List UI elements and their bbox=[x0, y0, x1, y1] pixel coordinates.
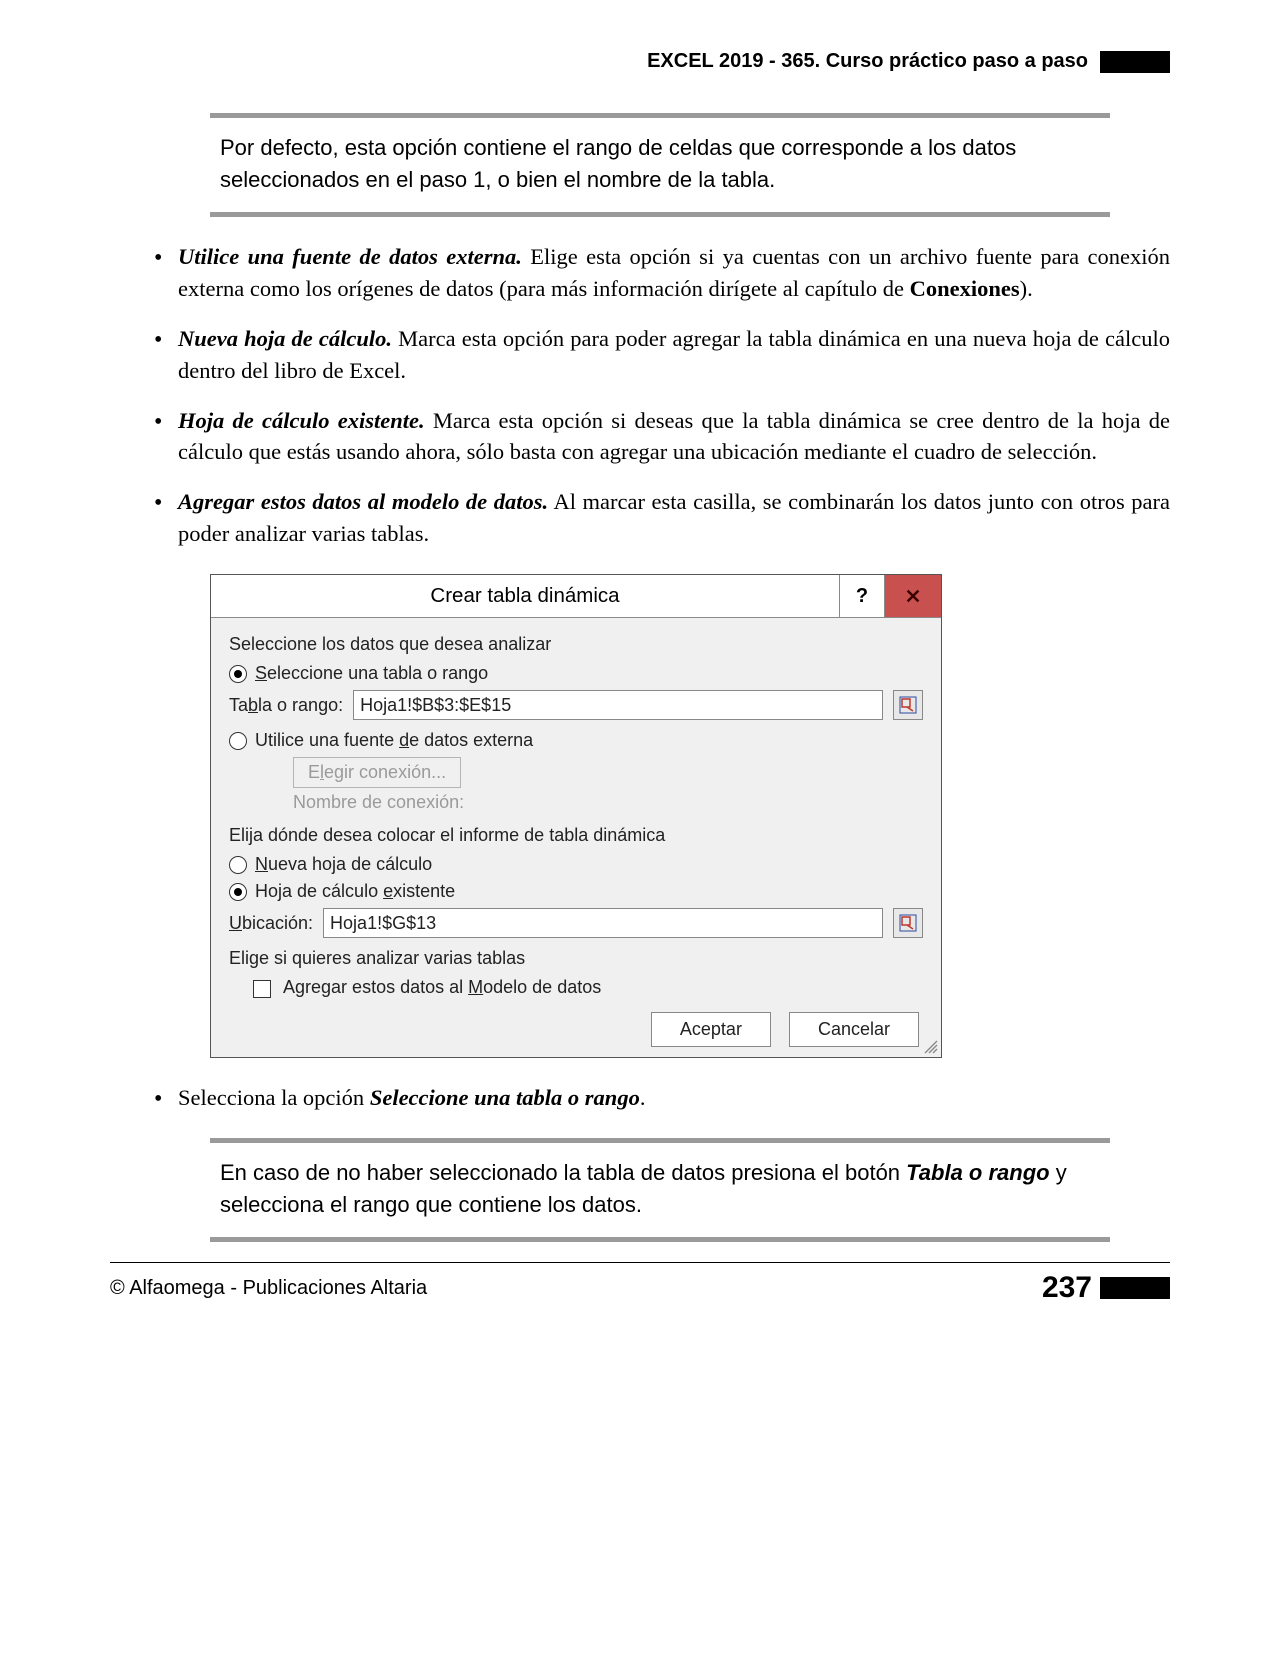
page-footer: © Alfaomega - Publicaciones Altaria 237 bbox=[110, 1262, 1170, 1305]
choose-connection-button: Elegir conexión... bbox=[293, 757, 461, 788]
radio-icon bbox=[229, 732, 247, 750]
location-label: Ubicación: bbox=[229, 913, 313, 934]
ok-button[interactable]: Aceptar bbox=[651, 1012, 771, 1047]
section-analyze-label: Seleccione los datos que desea analizar bbox=[229, 634, 923, 655]
footer-bar bbox=[1100, 1277, 1170, 1299]
location-input[interactable]: Hoja1!$G$13 bbox=[323, 908, 883, 938]
bullet-item: Utilice una fuente de datos externa. Eli… bbox=[150, 241, 1170, 305]
dialog-title: Crear tabla dinámica bbox=[211, 575, 840, 617]
radio-label: Utilice una fuente de datos externa bbox=[255, 730, 533, 751]
bullet-text-pre: Selecciona la opción bbox=[178, 1085, 370, 1110]
checkbox-label: Agregar estos datos al Modelo de datos bbox=[283, 977, 601, 997]
header-bar bbox=[1100, 51, 1170, 73]
header-title: EXCEL 2019 - 365. Curso práctico paso a … bbox=[647, 50, 1088, 73]
connection-name-label: Nombre de conexión: bbox=[293, 792, 923, 813]
collapse-dialog-button[interactable] bbox=[893, 690, 923, 720]
help-button[interactable]: ? bbox=[840, 575, 885, 617]
radio-label: Seleccione una tabla o rango bbox=[255, 663, 488, 684]
radio-label-u: S bbox=[255, 663, 267, 683]
radio-label: Nueva hoja de cálculo bbox=[255, 854, 432, 875]
range-select-icon bbox=[899, 696, 917, 714]
bullet-text-bold: Seleccione una tabla o rango bbox=[370, 1085, 640, 1110]
table-range-row: Tabla o rango: Hoja1!$B$3:$E$15 bbox=[229, 690, 923, 720]
copyright: © Alfaomega - Publicaciones Altaria bbox=[110, 1277, 427, 1300]
note-2-a: En caso de no haber seleccionado la tabl… bbox=[220, 1160, 906, 1185]
page-number: 237 bbox=[1042, 1271, 1092, 1305]
dialog-body: Seleccione los datos que desea analizar … bbox=[211, 618, 941, 1057]
resize-grip-icon[interactable] bbox=[923, 1039, 939, 1055]
section-multi-label: Elige si quieres analizar varias tablas bbox=[229, 948, 923, 969]
dialog-button-row: Aceptar Cancelar bbox=[229, 1012, 923, 1047]
bullet-lead: Agregar estos datos al modelo de datos. bbox=[178, 489, 548, 514]
checkbox-icon bbox=[253, 980, 271, 998]
bullet-rest-b: ). bbox=[1020, 276, 1033, 301]
table-range-input[interactable]: Hoja1!$B$3:$E$15 bbox=[353, 690, 883, 720]
section-place-label: Elija dónde desea colocar el informe de … bbox=[229, 825, 923, 846]
radio-existing-sheet[interactable]: Hoja de cálculo existente bbox=[229, 881, 923, 902]
bullet-item: Nueva hoja de cálculo. Marca esta opción… bbox=[150, 323, 1170, 387]
note-box-2: En caso de no haber seleccionado la tabl… bbox=[210, 1138, 1110, 1242]
note-2-b: Tabla o rango bbox=[906, 1160, 1049, 1185]
add-to-model-row[interactable]: Agregar estos datos al Modelo de datos bbox=[253, 977, 923, 998]
page-header: EXCEL 2019 - 365. Curso práctico paso a … bbox=[110, 50, 1170, 73]
close-button[interactable] bbox=[885, 575, 941, 617]
radio-icon bbox=[229, 883, 247, 901]
radio-new-sheet[interactable]: Nueva hoja de cálculo bbox=[229, 854, 923, 875]
bullet-list-2: Selecciona la opción Seleccione una tabl… bbox=[150, 1082, 1170, 1114]
bullet-list: Utilice una fuente de datos externa. Eli… bbox=[150, 241, 1170, 551]
bullet-bold: Conexiones bbox=[910, 276, 1020, 301]
bullet-lead: Hoja de cálculo existente. bbox=[178, 408, 425, 433]
bullet-text-post: . bbox=[640, 1085, 646, 1110]
bullet-item: Hoja de cálculo existente. Marca esta op… bbox=[150, 405, 1170, 469]
choose-connection-row: Elegir conexión... Nombre de conexión: bbox=[293, 757, 923, 813]
radio-icon bbox=[229, 665, 247, 683]
pivot-dialog: Crear tabla dinámica ? Seleccione los da… bbox=[210, 574, 942, 1058]
radio-select-table[interactable]: Seleccione una tabla o rango bbox=[229, 663, 923, 684]
bullet-item: Agregar estos datos al modelo de datos. … bbox=[150, 486, 1170, 550]
radio-icon bbox=[229, 856, 247, 874]
range-select-icon bbox=[899, 914, 917, 932]
cancel-button[interactable]: Cancelar bbox=[789, 1012, 919, 1047]
bullet-lead: Utilice una fuente de datos externa. bbox=[178, 244, 522, 269]
dialog-titlebar[interactable]: Crear tabla dinámica ? bbox=[211, 575, 941, 618]
bullet-item: Selecciona la opción Seleccione una tabl… bbox=[150, 1082, 1170, 1114]
bullet-lead: Nueva hoja de cálculo. bbox=[178, 326, 392, 351]
radio-external-source[interactable]: Utilice una fuente de datos externa bbox=[229, 730, 923, 751]
table-range-label: Tabla o rango: bbox=[229, 695, 343, 716]
note-1-text: Por defecto, esta opción contiene el ran… bbox=[220, 135, 1016, 192]
location-row: Ubicación: Hoja1!$G$13 bbox=[229, 908, 923, 938]
collapse-dialog-button-2[interactable] bbox=[893, 908, 923, 938]
note-box-1: Por defecto, esta opción contiene el ran… bbox=[210, 113, 1110, 217]
radio-label: Hoja de cálculo existente bbox=[255, 881, 455, 902]
radio-label-rest: eleccione una tabla o rango bbox=[267, 663, 488, 683]
close-icon bbox=[904, 587, 922, 605]
